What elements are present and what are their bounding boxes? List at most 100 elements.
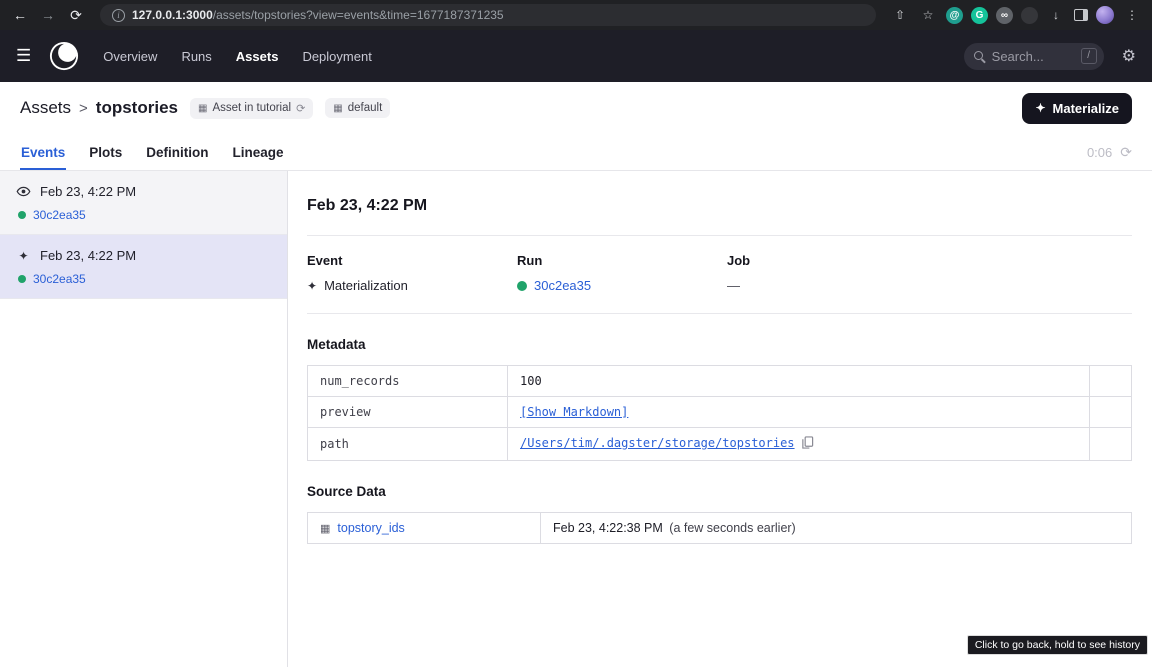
back-history-tooltip: Click to go back, hold to see history (967, 635, 1148, 655)
tab-lineage[interactable]: Lineage (232, 134, 285, 170)
refresh-icon[interactable]: ⟳ (1120, 144, 1132, 161)
run-status-dot (18, 211, 26, 219)
tab-definition[interactable]: Definition (145, 134, 209, 170)
source-asset-cell: ▦topstory_ids (308, 513, 541, 544)
browser-chrome: ← → ⟳ i 127.0.0.1:3000/assets/topstories… (0, 0, 1152, 30)
back-icon[interactable]: ← (10, 7, 30, 23)
metadata-value: /Users/tim/.dagster/storage/topstories (508, 428, 1090, 461)
event-detail-title: Feb 23, 4:22 PM (307, 197, 1132, 215)
source-time-cell: Feb 23, 4:22:38 PM (a few seconds earlie… (541, 513, 1132, 544)
forward-icon[interactable]: → (38, 7, 58, 23)
metadata-extra-cell (1090, 428, 1132, 461)
metadata-row: num_records 100 (308, 366, 1132, 397)
source-data-row: ▦topstory_ids Feb 23, 4:22:38 PM (a few … (308, 513, 1132, 544)
search-box[interactable]: / (964, 43, 1104, 70)
tutorial-chip-label: Asset in tutorial (212, 102, 291, 114)
hamburger-icon[interactable]: ☰ (16, 46, 31, 66)
source-data-table: ▦topstory_ids Feb 23, 4:22:38 PM (a few … (307, 512, 1132, 544)
tutorial-chip[interactable]: ▦ Asset in tutorial ⟳ (190, 98, 313, 119)
tab-plots[interactable]: Plots (88, 134, 123, 170)
reload-definitions-icon[interactable]: ⟳ (296, 102, 305, 115)
search-shortcut-key: / (1081, 48, 1097, 64)
run-link[interactable]: 30c2ea35 (33, 208, 86, 222)
bookmark-star-icon[interactable]: ☆ (918, 8, 938, 22)
eye-icon (16, 184, 31, 199)
reload-icon[interactable]: ⟳ (66, 7, 86, 24)
metadata-table: num_records 100 preview [Show Markdown] … (307, 365, 1132, 461)
event-detail: Feb 23, 4:22 PM Event ✦ Materialization … (288, 171, 1152, 667)
gear-icon[interactable]: ⚙ (1122, 46, 1136, 66)
nav-item-assets[interactable]: Assets (236, 49, 279, 64)
dagster-logo-icon[interactable] (49, 41, 79, 71)
tabs-bar: Events Plots Definition Lineage 0:06 ⟳ (0, 134, 1152, 171)
materialize-sparkle-icon: ✦ (1035, 101, 1045, 115)
group-grid-icon: ▦ (333, 103, 342, 114)
materialize-button-label: Materialize (1053, 101, 1119, 116)
page-title: topstories (96, 98, 178, 118)
source-asset-link[interactable]: topstory_ids (337, 521, 404, 535)
url-path: /assets/topstories?view=events&time=1677… (213, 8, 504, 22)
group-chip[interactable]: ▦ default (325, 98, 390, 118)
breadcrumb-separator: > (79, 100, 88, 117)
metadata-row: preview [Show Markdown] (308, 397, 1132, 428)
nav-item-runs[interactable]: Runs (181, 49, 211, 64)
grammarly-extension-icon[interactable]: G (971, 7, 988, 24)
materialize-button[interactable]: ✦ Materialize (1022, 93, 1132, 124)
run-id-link[interactable]: 30c2ea35 (534, 278, 591, 293)
nav-item-overview[interactable]: Overview (103, 49, 157, 64)
copy-icon[interactable] (801, 438, 814, 452)
run-link[interactable]: 30c2ea35 (33, 272, 86, 286)
metadata-key: preview (308, 397, 508, 428)
source-data-heading: Source Data (307, 484, 1132, 499)
tab-events[interactable]: Events (20, 134, 66, 170)
search-input[interactable] (992, 49, 1074, 64)
metadata-extra-cell (1090, 397, 1132, 428)
extension-icon[interactable] (1021, 7, 1038, 24)
metadata-heading: Metadata (307, 337, 1132, 352)
materialization-sparkle-icon: ✦ (16, 249, 31, 263)
search-icon (974, 51, 985, 62)
job-value: — (727, 278, 937, 293)
metadata-value: 100 (508, 366, 1090, 397)
infinity-extension-icon[interactable]: ∞ (996, 7, 1013, 24)
event-type-value: Materialization (324, 278, 408, 293)
metadata-extra-cell (1090, 366, 1132, 397)
download-icon[interactable]: ↓ (1046, 8, 1066, 22)
run-label: Run (517, 253, 727, 268)
run-status-dot (517, 281, 527, 291)
divider (307, 313, 1132, 314)
breadcrumb-assets[interactable]: Assets (20, 98, 71, 118)
info-icon[interactable]: i (112, 9, 125, 22)
main-nav: Overview Runs Assets Deployment (103, 49, 372, 64)
show-markdown-link[interactable]: [Show Markdown] (520, 405, 628, 419)
event-label: Event (307, 253, 517, 268)
source-time: Feb 23, 4:22:38 PM (553, 521, 663, 535)
nav-item-deployment[interactable]: Deployment (302, 49, 371, 64)
path-link[interactable]: /Users/tim/.dagster/storage/topstories (520, 436, 795, 450)
source-time-note: (a few seconds earlier) (669, 521, 795, 535)
url-text: 127.0.0.1:3000/assets/topstories?view=ev… (132, 8, 504, 22)
asset-grid-icon: ▦ (198, 103, 207, 114)
url-host: 127.0.0.1:3000 (132, 8, 213, 22)
event-item-observation[interactable]: Feb 23, 4:22 PM 30c2ea35 (0, 171, 287, 235)
event-summary: Event ✦ Materialization Run 30c2ea35 Job… (307, 236, 1132, 313)
more-menu-icon[interactable]: ⋮ (1122, 8, 1142, 22)
materialization-sparkle-icon: ✦ (307, 279, 317, 293)
app-nav: ☰ Overview Runs Assets Deployment / ⚙ (0, 30, 1152, 82)
url-bar[interactable]: i 127.0.0.1:3000/assets/topstories?view=… (100, 4, 876, 26)
share-icon[interactable]: ⇧ (890, 8, 910, 22)
metadata-row: path /Users/tim/.dagster/storage/topstor… (308, 428, 1132, 461)
page-header: Assets > topstories ▦ Asset in tutorial … (0, 82, 1152, 134)
event-time: Feb 23, 4:22 PM (40, 184, 136, 199)
run-status-dot (18, 275, 26, 283)
metadata-key: num_records (308, 366, 508, 397)
content: Feb 23, 4:22 PM 30c2ea35 ✦ Feb 23, 4:22 … (0, 171, 1152, 667)
browser-avatar[interactable] (1096, 6, 1114, 24)
refresh-countdown: 0:06 (1087, 145, 1112, 160)
metadata-key: path (308, 428, 508, 461)
group-chip-label: default (348, 102, 383, 114)
side-panel-icon[interactable] (1074, 9, 1088, 21)
job-label: Job (727, 253, 937, 268)
event-item-materialization[interactable]: ✦ Feb 23, 4:22 PM 30c2ea35 (0, 235, 287, 299)
at-extension-icon[interactable]: @ (946, 7, 963, 24)
